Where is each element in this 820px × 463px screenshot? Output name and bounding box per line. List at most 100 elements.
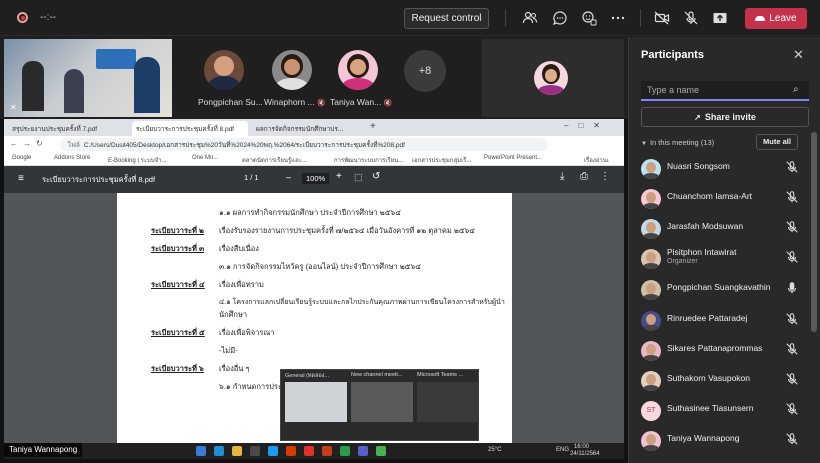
bookmark-item[interactable]: Addons Store (54, 155, 90, 161)
bookmark-item[interactable]: เรื่องอ่านเ (584, 155, 609, 165)
menu-icon[interactable]: ≡ (18, 173, 24, 184)
participant-row[interactable]: Rinruedee Pattaradej (629, 305, 809, 335)
participant-row[interactable]: ST Suthasinee Tiasunsern (629, 395, 809, 425)
participant-name: Pisitphon Intawirat (667, 247, 737, 257)
search-input[interactable]: Type a name (641, 81, 809, 101)
share-screen-icon[interactable] (712, 10, 728, 26)
new-tab-icon[interactable]: + (370, 121, 376, 132)
bookmark-item[interactable]: Google (12, 155, 31, 161)
reactions-icon[interactable] (581, 10, 597, 26)
pdf-line: เรื่องอื่น ๆ (219, 364, 250, 373)
more-icon[interactable]: ⋮ (600, 171, 610, 182)
mail-icon[interactable] (268, 446, 278, 456)
participants-icon[interactable] (522, 10, 538, 26)
leave-label: Leave (769, 13, 797, 24)
participant-row[interactable]: Suthakorn Vasupokon (629, 365, 809, 395)
mic-off-icon[interactable] (785, 432, 799, 446)
mic-on-icon[interactable] (785, 281, 799, 295)
browser-tab[interactable]: สรุประยงานประชุมครั้งที่ 7.pdf (8, 121, 128, 136)
meeting-toolbar: --:-- Request control Leave (0, 0, 820, 36)
avatar[interactable] (338, 50, 378, 90)
in-meeting-section[interactable]: ▼ In this meeting (13) (641, 138, 714, 147)
download-icon[interactable]: ⤓ (560, 171, 564, 182)
avatar[interactable] (204, 50, 244, 90)
request-control-button[interactable]: Request control (404, 8, 489, 29)
mic-off-icon[interactable] (785, 342, 799, 356)
explorer-icon[interactable] (232, 446, 242, 456)
participant-name: Nuasri Songsom (667, 161, 730, 171)
store-icon[interactable] (250, 446, 260, 456)
rotate-icon[interactable]: ↺ (372, 171, 380, 182)
chrome-icon[interactable] (376, 446, 386, 456)
line-icon[interactable] (340, 446, 350, 456)
opera-icon[interactable] (304, 446, 314, 456)
share-invite-button[interactable]: ↗ Share invite (641, 107, 809, 127)
address-bar[interactable]: ไฟล์ C:/Users/Dusit405/Desktop/เอกสารประช… (60, 138, 548, 151)
mic-off-icon[interactable] (785, 250, 799, 264)
mic-off-icon[interactable] (785, 402, 799, 416)
leave-button[interactable]: Leave (745, 8, 807, 29)
avatar (641, 371, 661, 391)
bookmark-item[interactable]: เอกสารประชุมกลุ่มเรี... (412, 155, 471, 165)
avatar (641, 311, 661, 331)
browser-tab-active[interactable]: ระเบียบวาระการประชุมครั้งที่ 8.pdf (132, 121, 248, 136)
nav-buttons[interactable]: ←→↻ (10, 139, 48, 148)
participant-row[interactable]: Taniya Wannapong (629, 425, 809, 455)
participant-name-text: Winaphorn ... (264, 97, 315, 107)
close-icon[interactable]: ✕ (793, 47, 804, 63)
edge-icon[interactable] (214, 446, 224, 456)
teams-icon[interactable] (358, 446, 368, 456)
mute-all-button[interactable]: Mute all (756, 134, 798, 150)
bookmark-item[interactable]: PowerPoint Present... (484, 155, 542, 161)
bookmark-item[interactable]: One Mo... (192, 155, 218, 161)
bookmark-item[interactable]: การพัฒนาระบบการเรียน... (334, 155, 403, 165)
fit-page-icon[interactable]: ⬚ (354, 172, 363, 183)
participant-row[interactable]: Jarasfah Modsuwan (629, 213, 809, 243)
app-icon[interactable] (286, 446, 296, 456)
window-preview[interactable] (417, 382, 479, 422)
participant-row[interactable]: Sikares Pattanaprommas (629, 335, 809, 365)
mic-off-icon[interactable] (785, 190, 799, 204)
pdf-line: ๔.๑ โครงการแลกเปลี่ยนเรียนรู้ระบบและกลไก… (219, 299, 505, 306)
participant-row[interactable]: Pongpichan Suangkavathin (629, 274, 809, 304)
more-participants-button[interactable]: +8 (404, 50, 446, 92)
participant-row[interactable]: Chuanchom Iamsa-Art (629, 183, 809, 213)
zoom-out-icon[interactable]: – (286, 172, 291, 182)
participant-row[interactable]: Nuasri Songsom (629, 153, 809, 183)
browser-tab[interactable]: ผลการจัดกิจกรรมนักศึกษาปร... (252, 121, 362, 136)
avatar (641, 159, 661, 179)
search-icon[interactable]: ⌕ (793, 84, 799, 95)
window-preview[interactable] (285, 382, 347, 422)
mic-off-icon[interactable] (785, 312, 799, 326)
mic-off-icon[interactable] (785, 372, 799, 386)
pdf-page-indicator[interactable]: 1 / 1 (244, 173, 259, 182)
bookmark-item[interactable]: E-Booking | ระบบจำ... (108, 155, 167, 165)
clock-time: 16:00 (574, 444, 590, 450)
video-tile-room[interactable]: ✕ (4, 39, 172, 117)
print-icon[interactable]: ⎙ (580, 171, 588, 182)
mic-off-icon[interactable] (785, 160, 799, 174)
input-language[interactable]: ENG (556, 447, 569, 453)
page-number: 1 (244, 173, 249, 182)
zoom-level[interactable]: 100% (302, 173, 330, 184)
mic-off-icon[interactable] (785, 220, 799, 234)
preview-title: New channel meeti... (351, 372, 403, 378)
participant-row[interactable]: Pisitphon Intawirat Organizer (629, 243, 809, 273)
scrollbar[interactable] (811, 132, 817, 332)
window-preview[interactable] (351, 382, 413, 422)
muted-mic-icon: 🔇 (316, 100, 326, 107)
avatar: ST (641, 401, 661, 421)
pdf-line: -ไม่มี- (219, 346, 238, 355)
avatar[interactable] (272, 50, 312, 90)
weather-temp: 25°C (488, 447, 502, 453)
camera-off-icon[interactable] (654, 10, 670, 26)
chat-icon[interactable] (552, 10, 568, 26)
in-meeting-label: In this meeting (13) (649, 138, 715, 147)
zoom-in-icon[interactable]: + (336, 171, 342, 182)
start-icon[interactable] (196, 446, 206, 456)
window-controls[interactable]: –□✕ (564, 121, 610, 130)
more-options-icon[interactable] (610, 10, 626, 26)
mic-off-icon[interactable] (683, 10, 699, 26)
pdf-app-icon[interactable] (322, 446, 332, 456)
bookmark-item[interactable]: ตลาดนัดการเรียนรู้และ... (242, 155, 307, 165)
